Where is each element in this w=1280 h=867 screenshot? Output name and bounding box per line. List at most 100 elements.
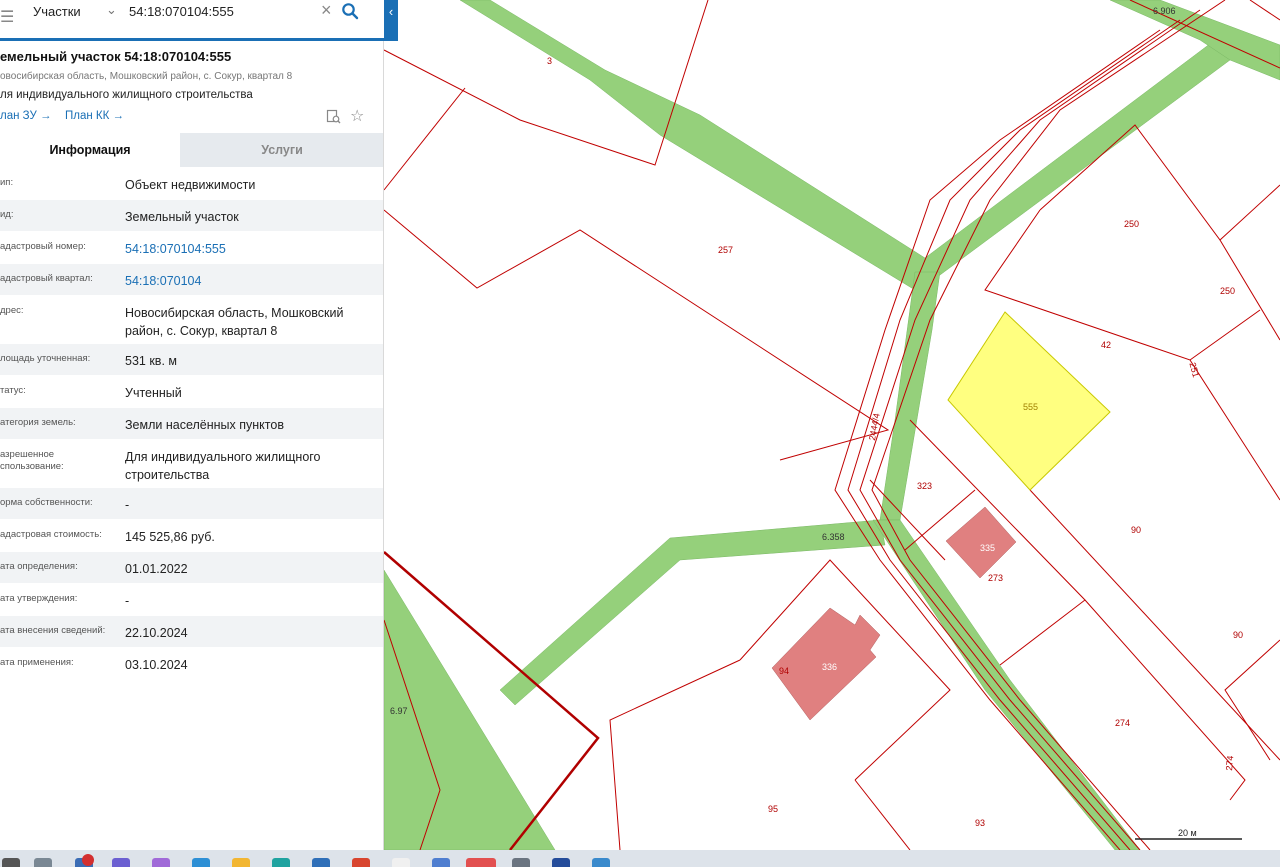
attr-value: 03.10.2024 bbox=[125, 658, 188, 672]
search-icon[interactable] bbox=[341, 2, 359, 20]
label-273: 273 bbox=[988, 573, 1003, 583]
taskbar-app-icon[interactable] bbox=[192, 858, 210, 867]
attr-row: лощадь уточненная: 531 кв. м bbox=[0, 344, 383, 376]
taskbar-app-icon[interactable] bbox=[272, 858, 290, 867]
attr-key: атегория земель: bbox=[0, 417, 76, 428]
label-274a: 274 bbox=[1115, 718, 1130, 728]
tab-services[interactable]: Услуги bbox=[180, 133, 383, 167]
label-93: 93 bbox=[975, 818, 985, 828]
attr-value: Земельный участок bbox=[125, 210, 239, 224]
label-555: 555 bbox=[1023, 402, 1038, 412]
label-95: 95 bbox=[768, 804, 778, 814]
collapse-panel-button[interactable]: ‹ bbox=[384, 0, 398, 38]
attr-value: - bbox=[125, 594, 130, 608]
taskbar-app-icon[interactable] bbox=[152, 858, 170, 867]
attr-row: ата применения: 03.10.2024 bbox=[0, 648, 383, 680]
search-bar: ☰ Участки ⌄ 54:18:070104:555 × bbox=[0, 0, 398, 41]
attr-value: Учтенный bbox=[125, 386, 182, 400]
taskbar-app-icon[interactable] bbox=[232, 858, 250, 867]
plan-kk-link[interactable]: План КК → bbox=[65, 110, 124, 122]
search-type-select[interactable]: Участки bbox=[33, 4, 81, 19]
attr-row: орма собственности: - bbox=[0, 488, 383, 520]
attr-row: ата определения: 01.01.2022 bbox=[0, 552, 383, 584]
chevron-down-icon[interactable]: ⌄ bbox=[106, 2, 117, 18]
attr-key: ата утверждения: bbox=[0, 593, 78, 604]
taskbar-app-icon[interactable] bbox=[312, 858, 330, 867]
info-panel: емельный участок 54:18:070104:555 овосиб… bbox=[0, 0, 384, 850]
cadastral-number-link[interactable]: 54:18:070104:555 bbox=[125, 240, 375, 258]
label-274b: 274 bbox=[1224, 755, 1235, 771]
attributes-table: ип: Объект недвижимости ид: Земельный уч… bbox=[0, 168, 383, 680]
attr-value: Земли населённых пунктов bbox=[125, 418, 284, 432]
taskbar-app-icon[interactable] bbox=[112, 858, 130, 867]
attr-key: адастровая стоимость: bbox=[0, 529, 102, 540]
parcel-use-short: ля индивидуального жилищного строительст… bbox=[0, 89, 253, 101]
attr-value: Для индивидуального жилищного строительс… bbox=[125, 450, 321, 482]
label-42: 42 bbox=[1101, 340, 1111, 350]
taskbar-app-icon[interactable] bbox=[592, 858, 610, 867]
attr-row: атегория земель: Земли населённых пункто… bbox=[0, 408, 383, 440]
attr-row: адастровая стоимость: 145 525,86 руб. bbox=[0, 520, 383, 552]
attr-row: ата внесения сведений: 22.10.2024 bbox=[0, 616, 383, 648]
attr-key: ид: bbox=[0, 209, 14, 220]
taskbar-app-icon[interactable] bbox=[432, 858, 450, 867]
attr-key: ата определения: bbox=[0, 561, 78, 572]
attr-value: - bbox=[125, 498, 130, 512]
tab-info[interactable]: Информация bbox=[0, 133, 180, 167]
label-250a: 250 bbox=[1124, 219, 1139, 229]
search-input[interactable]: 54:18:070104:555 bbox=[129, 4, 234, 19]
attr-key: адастровый номер: bbox=[0, 241, 86, 252]
attr-row: дрес: Новосибирская область, Мошковский … bbox=[0, 296, 383, 344]
label-257: 257 bbox=[718, 245, 733, 255]
attr-row: татус: Учтенный bbox=[0, 376, 383, 408]
plan-zu-link[interactable]: лан ЗУ → bbox=[0, 110, 51, 122]
attr-row: ата утверждения: - bbox=[0, 584, 383, 616]
taskbar-app-icon[interactable] bbox=[352, 858, 370, 867]
taskbar-app-icon[interactable] bbox=[466, 858, 496, 867]
attr-value: Объект недвижимости bbox=[125, 178, 256, 192]
attr-row: адастровый номер: 54:18:070104:555 bbox=[0, 232, 383, 264]
taskbar-app-icon[interactable] bbox=[2, 858, 20, 867]
attr-key: адастровый квартал: bbox=[0, 273, 93, 284]
notification-badge bbox=[82, 854, 94, 866]
attr-key: ип: bbox=[0, 177, 14, 188]
label-323: 323 bbox=[917, 481, 932, 491]
attr-value: Новосибирская область, Мошковский район,… bbox=[125, 306, 344, 338]
taskbar-app-icon[interactable] bbox=[392, 858, 410, 867]
clear-icon[interactable]: × bbox=[321, 0, 332, 21]
attr-value: 531 кв. м bbox=[125, 354, 177, 368]
menu-icon[interactable]: ☰ bbox=[0, 10, 16, 26]
parcel-address-short: овосибирская область, Мошковский район, … bbox=[0, 71, 293, 82]
attr-key: татус: bbox=[0, 385, 26, 396]
attr-row: ип: Объект недвижимости bbox=[0, 168, 383, 200]
cadastral-quarter-link[interactable]: 54:18:070104 bbox=[125, 272, 375, 290]
scale-label: 20 м bbox=[1178, 828, 1197, 838]
label-6906: 6.906 bbox=[1153, 6, 1176, 16]
label-697: 6.97 bbox=[390, 706, 408, 716]
attr-row: азрешенное спользование: Для индивидуаль… bbox=[0, 440, 383, 488]
attr-key: орма собственности: bbox=[0, 497, 93, 508]
attr-row: адастровый квартал: 54:18:070104 bbox=[0, 264, 383, 296]
label-335: 335 bbox=[980, 543, 995, 553]
label-250b: 250 bbox=[1220, 286, 1235, 296]
label-3: 3 bbox=[547, 56, 552, 66]
taskbar bbox=[0, 850, 1280, 867]
attr-value: 145 525,86 руб. bbox=[125, 530, 215, 544]
label-94: 94 bbox=[779, 666, 789, 676]
label-90a: 90 bbox=[1131, 525, 1141, 535]
label-336: 336 bbox=[822, 662, 837, 672]
taskbar-app-icon[interactable] bbox=[34, 858, 52, 867]
attr-key: азрешенное спользование: bbox=[0, 449, 64, 472]
attr-key: ата применения: bbox=[0, 657, 74, 668]
tabs: Информация Услуги bbox=[0, 133, 383, 167]
parcel-title: емельный участок 54:18:070104:555 bbox=[0, 49, 232, 64]
label-6358: 6.358 bbox=[822, 532, 845, 542]
favorite-star-icon[interactable]: ☆ bbox=[350, 106, 364, 126]
attr-key: лощадь уточненная: bbox=[0, 353, 91, 364]
attr-key: ата внесения сведений: bbox=[0, 625, 106, 636]
taskbar-app-icon[interactable] bbox=[512, 858, 530, 867]
attr-value: 01.01.2022 bbox=[125, 562, 188, 576]
zoom-document-icon[interactable] bbox=[326, 109, 341, 124]
attr-row: ид: Земельный участок bbox=[0, 200, 383, 232]
taskbar-app-icon[interactable] bbox=[552, 858, 570, 867]
